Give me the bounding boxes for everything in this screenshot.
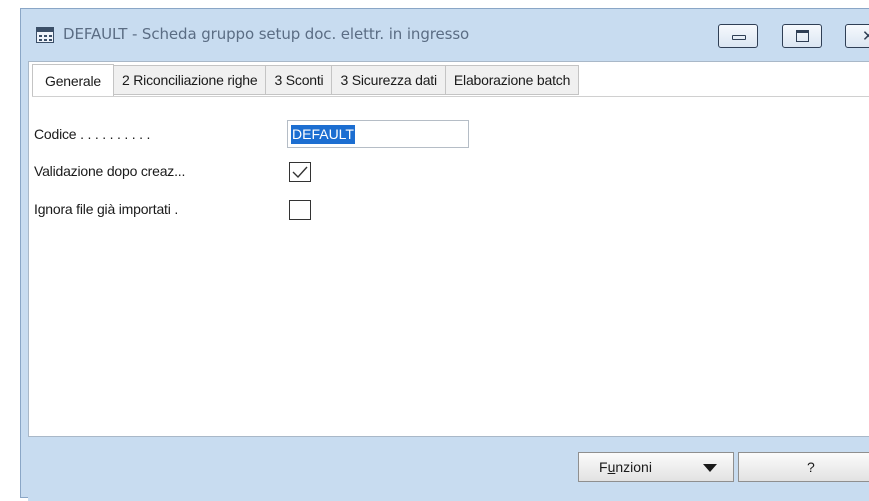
ignora-checkbox[interactable] [289, 200, 311, 220]
tab-divider [32, 96, 869, 97]
maximize-button[interactable] [782, 24, 822, 48]
maximize-icon [796, 30, 809, 42]
help-label: ? [807, 459, 815, 475]
codice-label: Codice . . . . . . . . . . [34, 126, 151, 142]
tab-elaborazione-batch[interactable]: Elaborazione batch [445, 65, 580, 95]
table-icon [36, 27, 54, 43]
tab-riconciliazione-righe[interactable]: 2 Riconciliazione righe [114, 65, 267, 95]
funzioni-button[interactable]: Funzioni [578, 452, 734, 482]
minimize-icon [732, 35, 746, 40]
funzioni-label: Funzioni [599, 459, 652, 475]
ignora-label: Ignora file già importati . [34, 201, 179, 217]
validazione-label: Validazione dopo creaz... [34, 163, 186, 179]
close-icon: ✕ [862, 27, 869, 45]
tab-sconti[interactable]: 3 Sconti [266, 65, 333, 95]
minimize-button[interactable] [718, 24, 758, 48]
content-panel [28, 61, 869, 437]
dropdown-arrow-icon [703, 464, 717, 472]
codice-value: DEFAULT [291, 125, 355, 144]
tab-generale[interactable]: Generale [32, 64, 114, 96]
close-button[interactable]: ✕ [845, 24, 869, 48]
tab-sicurezza-dati[interactable]: 3 Sicurezza dati [332, 65, 446, 95]
title-bar[interactable]: DEFAULT - Scheda gruppo setup doc. elett… [21, 9, 869, 54]
window-title: DEFAULT - Scheda gruppo setup doc. elett… [63, 25, 470, 43]
tab-strip: Generale 2 Riconciliazione righe 3 Scont… [32, 64, 580, 96]
check-icon [292, 166, 308, 179]
help-button[interactable]: ? [738, 452, 869, 482]
validazione-checkbox[interactable] [289, 162, 311, 182]
codice-field[interactable]: DEFAULT [287, 120, 469, 148]
